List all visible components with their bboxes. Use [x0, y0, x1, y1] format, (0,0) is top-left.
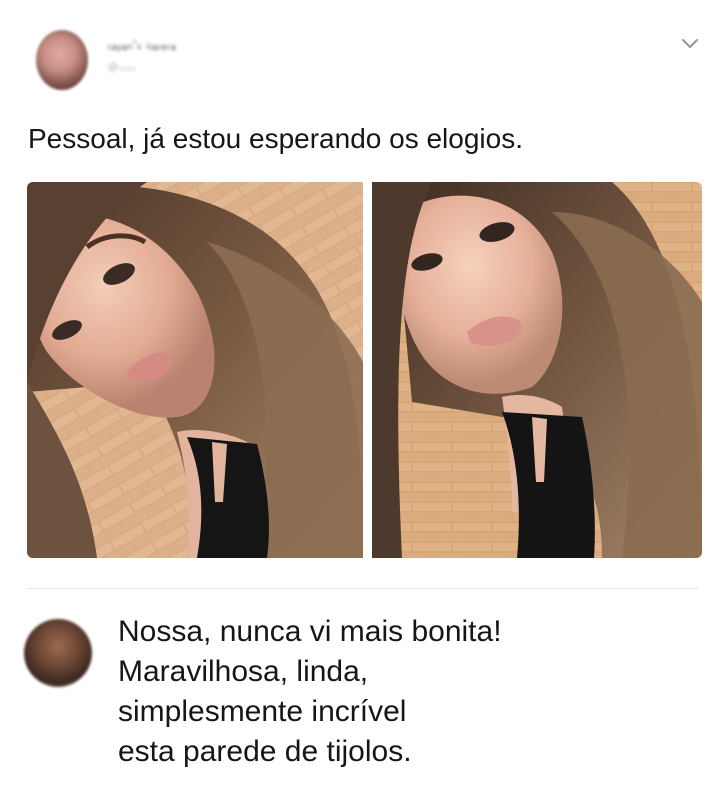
tweet-photo-1[interactable]: [27, 182, 363, 558]
chevron-down-icon[interactable]: [680, 36, 700, 52]
tweet-card: ᵣₐᵧₐₙ'ₛ ₗᵢₐᵣₑᵣₐ @ₓₓₓₓ Pessoal, já estou …: [0, 0, 728, 803]
reply-text: Nossa, nunca vi mais bonita! Maravilhosa…: [118, 612, 678, 772]
reply-line: Nossa, nunca vi mais bonita!: [118, 615, 502, 648]
reply-line: Maravilhosa, linda,: [118, 655, 369, 688]
author-name[interactable]: ᵣₐᵧₐₙ'ₛ ₗᵢₐᵣₑᵣₐ: [108, 38, 298, 52]
tweet-photo-2[interactable]: [372, 182, 702, 558]
tweet-text: Pessoal, já estou esperando os elogios.: [28, 123, 523, 154]
reply-avatar[interactable]: [24, 619, 92, 687]
divider: [27, 588, 699, 589]
author-handle[interactable]: @ₓₓₓₓ: [108, 62, 168, 74]
reply-line: esta parede de tijolos.: [118, 735, 412, 768]
author-avatar[interactable]: [36, 30, 88, 90]
reply-line: simplesmente incrível: [118, 695, 407, 728]
